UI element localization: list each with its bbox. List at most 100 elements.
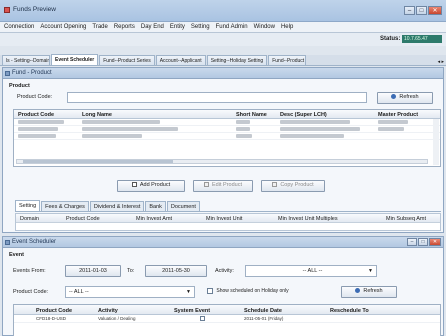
- menu-setting[interactable]: Setting: [191, 24, 210, 30]
- refresh-events-button[interactable]: Refresh: [341, 286, 397, 298]
- col-reschedule-to[interactable]: Reschedule To: [330, 308, 369, 314]
- minimize-button[interactable]: –: [404, 6, 415, 15]
- menu-trade[interactable]: Trade: [92, 24, 107, 30]
- chevron-down-icon: ▼: [186, 289, 191, 295]
- copy-product-label: Copy Product: [280, 182, 314, 188]
- col-long-name[interactable]: Long Name: [82, 112, 112, 118]
- event-product-code-select[interactable]: -- ALL -- ▼: [65, 286, 195, 298]
- event-row-schedule-date: 2011-05-01 (Friday): [244, 316, 284, 321]
- tab-holiday-setting[interactable]: Setting--Holiday Setting: [206, 55, 268, 65]
- col-system-event[interactable]: System Event: [174, 308, 210, 314]
- event-grid: Product Code Activity System Event Sched…: [13, 304, 441, 336]
- tab-fund-product-series[interactable]: Fund--Product Series: [99, 55, 155, 65]
- event-row[interactable]: CFD18-D-USD Valuation / Dealing 2011-05-…: [14, 315, 440, 323]
- subtab-document[interactable]: Document: [166, 201, 200, 211]
- copy-product-button[interactable]: Copy Product: [261, 180, 325, 192]
- col-min-invest-amt[interactable]: Min Invest Amt: [136, 216, 172, 222]
- menu-entity[interactable]: Entity: [170, 24, 185, 30]
- refresh-icon: [391, 94, 397, 100]
- panel-icon: [5, 240, 10, 245]
- maximize-button[interactable]: □: [416, 6, 427, 15]
- col-master-product[interactable]: Master Product: [378, 112, 418, 118]
- col-min-invest-unit-multiples[interactable]: Min Invest Unit Multiples: [278, 216, 338, 222]
- col-product-code[interactable]: Product Code: [18, 112, 54, 118]
- holiday-only-checkbox[interactable]: [207, 288, 213, 294]
- col-min-subseq-amt[interactable]: Min Subseq Amt: [386, 216, 426, 222]
- subtab-setting[interactable]: Setting: [15, 200, 41, 211]
- panel-minimize-button[interactable]: –: [407, 238, 417, 246]
- menu-day-end[interactable]: Day End: [141, 24, 164, 30]
- panel-icon: [5, 71, 10, 76]
- refresh-products-button[interactable]: Refresh: [377, 92, 433, 104]
- menu-help[interactable]: Help: [281, 24, 293, 30]
- close-button[interactable]: ✕: [428, 6, 442, 15]
- copy-product-icon: [272, 182, 278, 188]
- menu-account-opening[interactable]: Account Opening: [40, 24, 86, 30]
- edit-product-icon: [204, 182, 210, 188]
- tab-domain-setting[interactable]: ls - Setting--Domain Setting: [2, 55, 50, 65]
- edit-product-label: Edit Product: [212, 182, 242, 188]
- tab-account-applicant[interactable]: Account--Applicant: [155, 55, 206, 65]
- tab-scroll-arrows[interactable]: ◂ ▸: [436, 59, 446, 65]
- product-row-1[interactable]: [14, 119, 440, 126]
- panel-close-button[interactable]: ✕: [429, 238, 441, 246]
- event-row-product-code: CFD18-D-USD: [36, 316, 67, 321]
- event-row-system-event-checkbox[interactable]: [200, 316, 205, 322]
- add-product-label: Add Product: [139, 182, 171, 188]
- status-value: 10.7.65.47: [402, 35, 442, 43]
- event-product-code-value: -- ALL --: [69, 289, 89, 295]
- subtab-bank[interactable]: Bank: [145, 201, 166, 211]
- refresh-events-label: Refresh: [363, 288, 383, 294]
- tab-event-scheduler[interactable]: Event Scheduler: [51, 54, 99, 65]
- col-event-product-code[interactable]: Product Code: [36, 308, 72, 314]
- window-title: Funds Preview: [13, 6, 56, 13]
- subtab-fees-charges[interactable]: Fees & Charges: [41, 201, 89, 211]
- col-desc[interactable]: Desc (Super LCH): [280, 112, 327, 118]
- fund-product-panel: Fund - Product Product Product Code: Ref…: [2, 67, 444, 233]
- status-label: Status:: [380, 36, 401, 42]
- menu-window[interactable]: Window: [254, 24, 275, 30]
- menu-connection[interactable]: Connection: [4, 24, 34, 30]
- activity-select[interactable]: -- ALL -- ▼: [245, 265, 377, 277]
- to-label: To:: [127, 268, 135, 274]
- app-icon: [4, 7, 10, 13]
- menu-reports[interactable]: Reports: [114, 24, 135, 30]
- product-code-input[interactable]: [67, 92, 367, 103]
- col-short-name[interactable]: Short Name: [236, 112, 267, 118]
- activity-select-value: -- ALL --: [302, 268, 323, 274]
- events-from-date[interactable]: 2011-01-03: [65, 265, 121, 277]
- tab-fund-product[interactable]: Fund--Product: [268, 55, 307, 65]
- refresh-icon: [355, 288, 361, 294]
- document-tab-strip: ls - Setting--Domain Setting Event Sched…: [0, 54, 446, 66]
- event-scheduler-title: Event Scheduler: [12, 239, 57, 245]
- event-scheduler-title-bar: Event Scheduler – □ ✕: [3, 237, 443, 248]
- fund-product-title: Fund - Product: [12, 70, 52, 76]
- col-domain[interactable]: Domain: [20, 216, 39, 222]
- product-row-3[interactable]: [14, 133, 440, 140]
- product-detail-tabs: Setting Fees & Charges Dividend & Intere…: [15, 200, 441, 212]
- holiday-only-label: Show scheduled on Holiday only: [216, 288, 289, 294]
- events-from-label: Events From:: [13, 268, 46, 274]
- event-section-label: Event: [9, 252, 24, 258]
- events-to-date[interactable]: 2011-05-30: [145, 265, 207, 277]
- subtab-dividend-interest[interactable]: Dividend & Interest: [89, 201, 145, 211]
- refresh-products-label: Refresh: [399, 94, 419, 100]
- holiday-only-checkbox-group: Show scheduled on Holiday only: [207, 288, 289, 296]
- col-min-invest-unit[interactable]: Min Invest Unit: [206, 216, 242, 222]
- product-row-2[interactable]: [14, 126, 440, 133]
- col-activity[interactable]: Activity: [98, 308, 118, 314]
- product-grid-vertical-scrollbar[interactable]: [433, 119, 439, 165]
- product-grid-horizontal-scrollbar[interactable]: [16, 159, 428, 164]
- col-schedule-date[interactable]: Schedule Date: [244, 308, 282, 314]
- menu-bar: Connection Account Opening Trade Reports…: [0, 22, 446, 33]
- menu-fund-admin[interactable]: Fund Admin: [216, 24, 248, 30]
- col-setting-product-code[interactable]: Product Code: [66, 216, 100, 222]
- product-section-label: Product: [9, 83, 30, 89]
- add-product-button[interactable]: Add Product: [117, 180, 185, 192]
- edit-product-button[interactable]: Edit Product: [193, 180, 253, 192]
- add-product-icon: [131, 182, 137, 188]
- event-grid-header: Product Code Activity System Event Sched…: [14, 305, 440, 315]
- panel-maximize-button[interactable]: □: [418, 238, 428, 246]
- product-setting-grid: Domain Product Code Min Invest Amt Min I…: [15, 213, 441, 231]
- event-scheduler-panel: Event Scheduler – □ ✕ Event Events From:…: [2, 236, 444, 336]
